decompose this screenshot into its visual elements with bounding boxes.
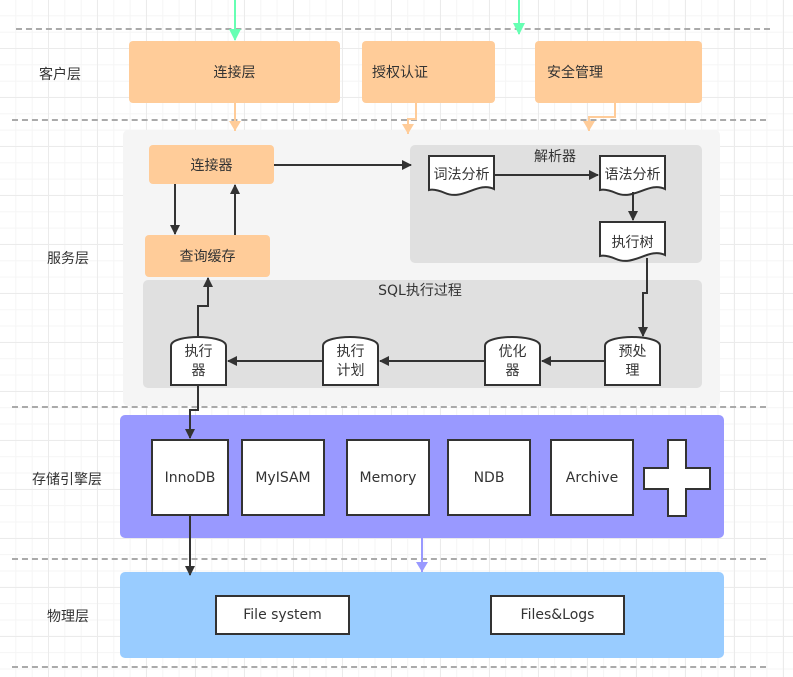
layer-label-physical: 物理层	[47, 609, 89, 625]
separator-storage-physical	[12, 558, 766, 560]
engine-myisam[interactable]: MyISAM	[241, 439, 325, 516]
query-cache-label: 查询缓存	[179, 249, 236, 265]
executor-node[interactable]: 执行 器	[170, 336, 227, 386]
file-system-label: File system	[243, 607, 322, 623]
separator-bottom	[12, 666, 766, 668]
syntax-analysis-doc[interactable]: 语法分析	[599, 155, 666, 197]
preprocess-label-2: 理	[625, 363, 640, 379]
layer-label-client: 客户层	[39, 67, 81, 83]
connection-layer-label: 连接层	[213, 65, 256, 81]
plus-icon[interactable]	[643, 439, 711, 517]
engine-innodb-label: InnoDB	[164, 469, 216, 486]
engine-ndb[interactable]: NDB	[447, 439, 531, 516]
optimizer-node[interactable]: 优化 器	[484, 336, 541, 386]
exec-plan-label-2: 计划	[336, 363, 365, 379]
files-logs-label: Files&Logs	[520, 607, 595, 623]
file-system-box[interactable]: File system	[215, 595, 350, 635]
engine-memory-label: Memory	[359, 469, 417, 486]
security-box[interactable]: 安全管理	[535, 41, 702, 103]
separator-service-storage	[12, 406, 766, 408]
engine-memory[interactable]: Memory	[346, 439, 430, 516]
lexical-analysis-doc[interactable]: 词法分析	[428, 155, 495, 197]
exec-plan-label-1: 执行	[336, 344, 365, 360]
auth-box[interactable]: 授权认证	[362, 41, 495, 103]
auth-label: 授权认证	[372, 65, 428, 81]
engine-innodb[interactable]: InnoDB	[151, 439, 229, 516]
connection-layer-box[interactable]: 连接层	[129, 41, 340, 103]
security-label: 安全管理	[547, 65, 603, 81]
lexical-analysis-label: 词法分析	[433, 167, 490, 183]
connector-box[interactable]: 连接器	[149, 145, 274, 184]
files-logs-box[interactable]: Files&Logs	[490, 595, 625, 635]
engine-archive-label: Archive	[565, 469, 619, 486]
exec-tree-doc[interactable]: 执行树	[599, 221, 666, 263]
separator-client-service	[12, 119, 766, 121]
preprocess-node[interactable]: 预处 理	[604, 336, 661, 386]
engine-myisam-label: MyISAM	[255, 469, 311, 486]
engine-archive[interactable]: Archive	[550, 439, 634, 516]
executor-label-2: 器	[191, 363, 206, 379]
preprocess-label-1: 预处	[618, 344, 647, 360]
engine-ndb-label: NDB	[473, 469, 505, 486]
connector-label: 连接器	[190, 157, 233, 174]
optimizer-label-1: 优化	[498, 344, 527, 360]
query-cache-box[interactable]: 查询缓存	[145, 235, 270, 277]
physical-layer-panel	[120, 572, 724, 658]
exec-tree-label: 执行树	[611, 235, 654, 251]
separator-top	[16, 28, 770, 30]
layer-label-storage: 存储引擎层	[32, 472, 102, 488]
parser-group-title: 解析器	[534, 149, 576, 165]
optimizer-label-2: 器	[505, 363, 520, 379]
exec-plan-node[interactable]: 执行 计划	[322, 336, 379, 386]
syntax-analysis-label: 语法分析	[604, 167, 661, 183]
executor-label-1: 执行	[184, 344, 213, 360]
layer-label-service: 服务层	[47, 251, 89, 267]
sql-exec-group-title: SQL执行过程	[378, 283, 462, 299]
arrow-security-down	[583, 103, 616, 131]
